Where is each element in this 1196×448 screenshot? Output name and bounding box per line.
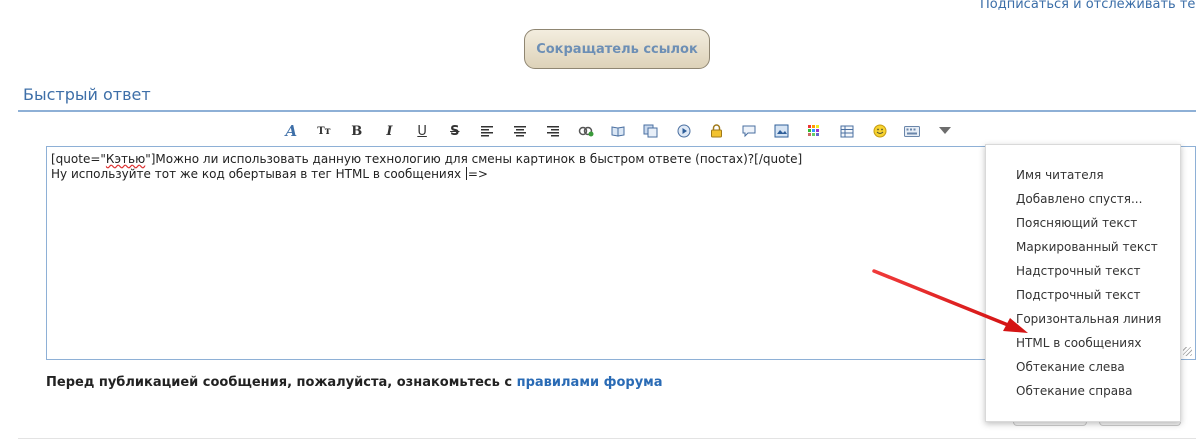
arrow-head [1003,318,1028,333]
arrow-shaft [872,269,1010,327]
red-arrow-annotation [872,269,1028,333]
